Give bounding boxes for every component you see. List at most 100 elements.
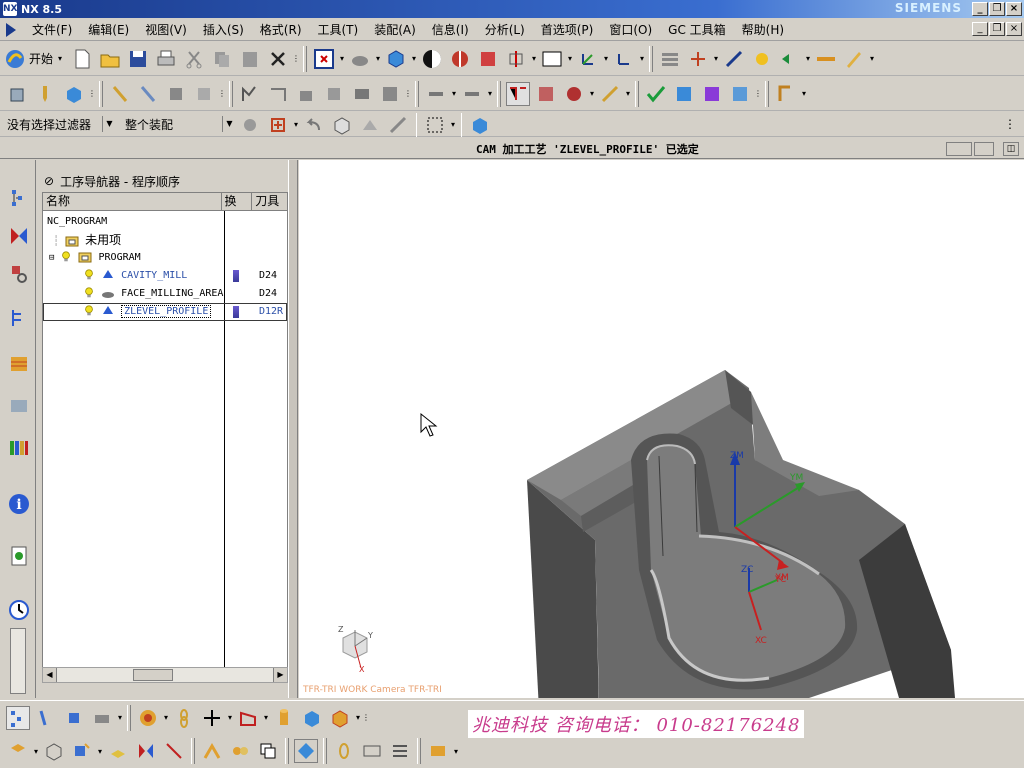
- tree-row-zlevel-profile[interactable]: ZLEVEL_PROFILE: [83, 303, 212, 321]
- geometry-view-icon[interactable]: [136, 82, 160, 106]
- menu-view[interactable]: 视图(V): [137, 21, 195, 38]
- assembly-navigator-tab-icon[interactable]: [5, 260, 33, 288]
- menu-help[interactable]: 帮助(H): [734, 21, 792, 38]
- view-orient-icon[interactable]: [294, 739, 318, 763]
- hd3d-tools-tab-icon[interactable]: [5, 392, 33, 420]
- cut-icon[interactable]: [182, 47, 206, 71]
- section-view-icon[interactable]: [448, 47, 472, 71]
- maximize-button[interactable]: ❐: [989, 2, 1005, 16]
- mirror-icon[interactable]: [134, 739, 158, 763]
- create-operation-icon[interactable]: [136, 706, 160, 730]
- doc-close-button[interactable]: ×: [1006, 22, 1022, 36]
- palette-tab-icon[interactable]: [5, 434, 33, 462]
- tree-row-face-milling[interactable]: FACE_MILLING_AREA: [83, 285, 223, 303]
- display-options-icon[interactable]: [460, 82, 484, 106]
- menu-app-icon[interactable]: [2, 18, 22, 42]
- clip-view-icon[interactable]: [476, 47, 500, 71]
- web-browser-tab-icon[interactable]: [5, 542, 33, 570]
- chain-icon[interactable]: [332, 739, 356, 763]
- op-nav-geometry-icon[interactable]: [62, 706, 86, 730]
- tree-row-cavity-mill[interactable]: CAVITY_MILL: [83, 267, 187, 285]
- operation-navigator-tab-icon[interactable]: [5, 184, 33, 212]
- op-nav-program-icon[interactable]: [6, 705, 30, 730]
- create-geometry-icon[interactable]: [62, 82, 86, 106]
- resource-bar-scroll[interactable]: [10, 628, 26, 694]
- cylinder-icon[interactable]: [272, 706, 296, 730]
- postprocess-icon[interactable]: [378, 82, 402, 106]
- feature-icon[interactable]: [70, 739, 94, 763]
- doc-minimize-button[interactable]: _: [972, 22, 988, 36]
- rotate-view-icon[interactable]: [348, 47, 372, 71]
- print-icon[interactable]: [154, 47, 178, 71]
- copy-body-icon[interactable]: [256, 739, 280, 763]
- wcs-icon[interactable]: [576, 47, 600, 71]
- scroll-thumb[interactable]: [133, 669, 173, 681]
- rectangle-select-icon[interactable]: [423, 113, 447, 137]
- select-body-icon[interactable]: [330, 113, 354, 137]
- render-style-icon[interactable]: [420, 47, 444, 71]
- list-path-icon[interactable]: [350, 82, 374, 106]
- 3d-shaded-select-icon[interactable]: [468, 113, 492, 137]
- tree-row-unused[interactable]: ┆ 未用项: [53, 231, 121, 249]
- selection-scope-select[interactable]: 整个装配 ▼: [122, 115, 236, 134]
- measure-icon[interactable]: [750, 47, 774, 71]
- select-edge-icon[interactable]: [386, 113, 410, 137]
- copy-icon[interactable]: [210, 47, 234, 71]
- assembly-link-icon[interactable]: [228, 739, 252, 763]
- analysis-icon[interactable]: [778, 47, 802, 71]
- extrude-icon[interactable]: [106, 739, 130, 763]
- open-folder-icon[interactable]: [98, 47, 122, 71]
- machine-navigator-tab-icon[interactable]: [5, 222, 33, 250]
- move-layer-icon[interactable]: [686, 47, 710, 71]
- program-order-view-icon[interactable]: [192, 82, 216, 106]
- clean-up-icon[interactable]: [6, 739, 30, 763]
- menu-tools[interactable]: 工具(T): [310, 21, 367, 38]
- report-icon[interactable]: [728, 82, 752, 106]
- datum-plane-icon[interactable]: [236, 706, 260, 730]
- method-view-icon[interactable]: [164, 82, 188, 106]
- filter-settings-icon[interactable]: [238, 113, 262, 137]
- feedrate-icon[interactable]: [598, 82, 622, 106]
- col-tool-change[interactable]: 换: [222, 193, 253, 210]
- replay-path-icon[interactable]: [266, 82, 290, 106]
- info-tab-icon[interactable]: i: [5, 490, 33, 518]
- tree-row-nc-program[interactable]: NC_PROGRAM: [47, 213, 107, 231]
- cut-region-icon[interactable]: [774, 82, 798, 106]
- new-file-icon[interactable]: [70, 47, 94, 71]
- graphics-window[interactable]: ZM YM XM ZC YC XC Z Y X TFR-TRI WORK Cam…: [299, 160, 1024, 698]
- snap-point-icon[interactable]: [266, 113, 290, 137]
- history-tab-icon[interactable]: [5, 596, 33, 624]
- list-icon[interactable]: [388, 739, 412, 763]
- menu-format[interactable]: 格式(R): [252, 21, 310, 38]
- reuse-library-tab-icon[interactable]: [5, 350, 33, 378]
- object-view-icon[interactable]: [424, 82, 448, 106]
- part-navigator-tab-icon[interactable]: [5, 304, 33, 332]
- simulate-icon[interactable]: [562, 82, 586, 106]
- machine-tool-view-icon[interactable]: [108, 82, 132, 106]
- toolpath-display-icon[interactable]: [506, 81, 530, 106]
- collapse-icon[interactable]: ⊟: [49, 253, 54, 263]
- background-icon[interactable]: [540, 47, 564, 71]
- assembly-constraint-icon[interactable]: [200, 739, 224, 763]
- navigator-hscroll[interactable]: ◀ ▶: [42, 667, 288, 683]
- fit-view-icon[interactable]: [312, 47, 336, 71]
- start-button[interactable]: 开始 ▾: [4, 48, 64, 70]
- tool-display-icon[interactable]: [534, 82, 558, 106]
- wireframe-icon[interactable]: [42, 739, 66, 763]
- generate-path-icon[interactable]: [238, 82, 262, 106]
- layer-settings-icon[interactable]: [658, 47, 682, 71]
- snap-icon[interactable]: [722, 47, 746, 71]
- menu-gc-toolbox[interactable]: GC 工具箱: [660, 21, 734, 38]
- type-filter-select[interactable]: 没有选择过滤器 ▼: [4, 115, 116, 134]
- wcs-orient-icon[interactable]: [612, 47, 636, 71]
- op-nav-method-icon[interactable]: [90, 706, 114, 730]
- select-face-icon[interactable]: [358, 113, 382, 137]
- shaded-body-icon[interactable]: [384, 47, 408, 71]
- ruler-icon[interactable]: [814, 47, 838, 71]
- menu-edit[interactable]: 编辑(E): [80, 21, 137, 38]
- tree-row-program[interactable]: ⊟ PROGRAM: [49, 249, 141, 267]
- menu-file[interactable]: 文件(F): [24, 21, 80, 38]
- close-button[interactable]: ×: [1006, 2, 1022, 16]
- draft-icon[interactable]: [842, 47, 866, 71]
- block-icon[interactable]: [300, 706, 324, 730]
